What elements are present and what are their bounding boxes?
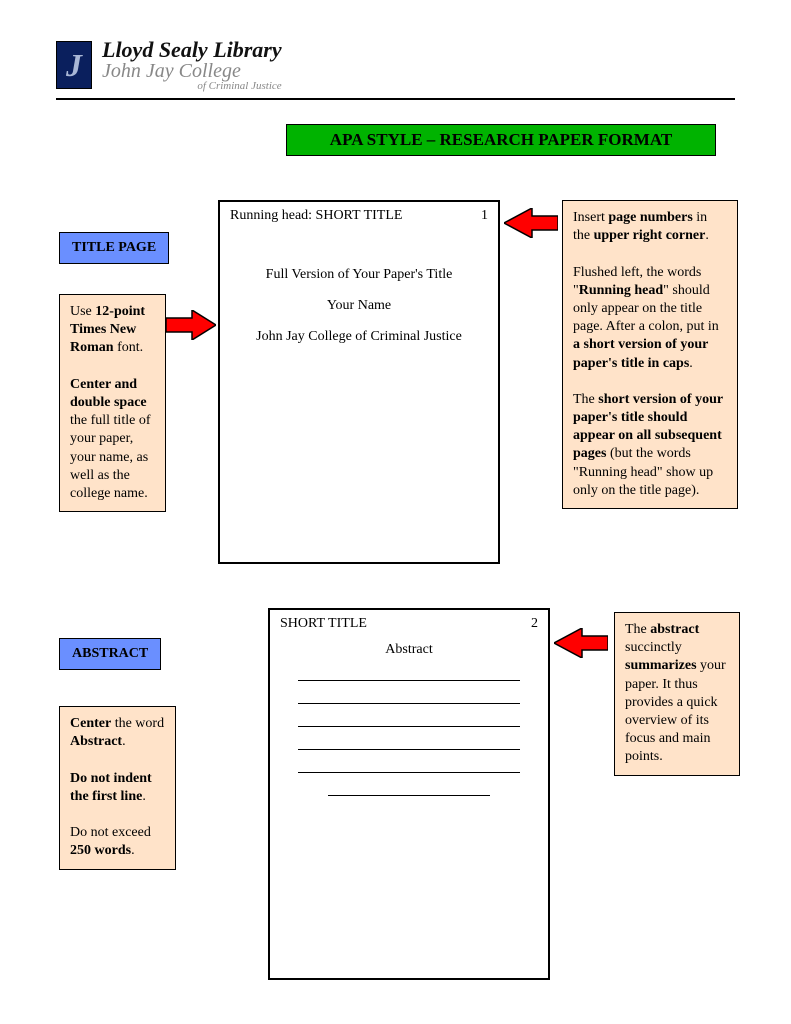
t: page numbers — [608, 210, 692, 225]
doc-title-bar: APA STYLE – RESEARCH PAPER FORMAT — [286, 124, 716, 156]
header-text-block: Lloyd Sealy Library John Jay College of … — [102, 39, 282, 92]
t: Do not exceed — [70, 825, 151, 840]
header-line-1: Lloyd Sealy Library — [102, 39, 282, 61]
t: The — [573, 392, 598, 407]
arrow-left-icon — [504, 208, 558, 238]
page2-header-row: SHORT TITLE 2 — [270, 610, 548, 632]
text-line — [298, 703, 520, 704]
page-number: 1 — [481, 208, 488, 224]
abstract-heading: Abstract — [270, 642, 548, 658]
text-line — [298, 772, 520, 773]
page-preview-title: Running head: SHORT TITLE 1 Full Version… — [218, 200, 500, 564]
t: a short version of your paper's title in… — [573, 337, 708, 370]
t: . — [122, 734, 126, 749]
running-head-text: Running head: SHORT TITLE — [230, 208, 402, 224]
t: font. — [114, 340, 144, 355]
tag-abstract: ABSTRACT — [59, 638, 161, 670]
text-line — [328, 795, 489, 796]
t: succinctly — [625, 640, 682, 655]
t: The — [625, 622, 650, 637]
t: Abstract — [70, 734, 122, 749]
library-logo-icon: J — [56, 41, 92, 89]
t: . — [705, 228, 709, 243]
t: . — [142, 789, 146, 804]
t: Center and double space — [70, 377, 147, 410]
t: . — [131, 843, 135, 858]
author-name: Your Name — [220, 291, 498, 322]
arrow-right-icon — [166, 310, 216, 340]
note-font: Use 12-point Times New Roman font. Cente… — [59, 294, 166, 512]
header-line-3: of Criminal Justice — [102, 81, 282, 92]
arrow-left-icon — [554, 628, 608, 658]
text-line — [298, 680, 520, 681]
library-header: J Lloyd Sealy Library John Jay College o… — [56, 36, 735, 100]
t: . — [689, 356, 693, 371]
text-line — [298, 749, 520, 750]
page1-body: Full Version of Your Paper's Title Your … — [220, 260, 498, 352]
college-name: John Jay College of Criminal Justice — [220, 322, 498, 353]
t: Running head — [579, 283, 663, 298]
t: summarizes — [625, 658, 697, 673]
page-number: 2 — [531, 616, 538, 632]
t: the word — [111, 716, 164, 731]
t: upper right corner — [594, 228, 706, 243]
abstract-body-lines — [270, 680, 548, 796]
t: 250 words — [70, 843, 131, 858]
tag-title-page: TITLE PAGE — [59, 232, 169, 264]
logo-letter: J — [66, 47, 82, 84]
page-preview-abstract: SHORT TITLE 2 Abstract — [268, 608, 550, 980]
full-title: Full Version of Your Paper's Title — [220, 260, 498, 291]
t: abstract — [650, 622, 699, 637]
page1-header-row: Running head: SHORT TITLE 1 — [220, 202, 498, 224]
text-line — [298, 726, 520, 727]
t: Use — [70, 304, 95, 319]
t: Do not indent the first line — [70, 771, 152, 804]
t: Center — [70, 716, 111, 731]
running-head-text: SHORT TITLE — [280, 616, 367, 632]
header-line-2: John Jay College — [102, 61, 282, 81]
t: Insert — [573, 210, 608, 225]
note-abstract-summary: The abstract succinctly summarizes your … — [614, 612, 740, 776]
note-abstract-instructions: Center the word Abstract. Do not indent … — [59, 706, 176, 870]
t: your paper. It thus provides a quick ove… — [625, 658, 726, 764]
note-page-numbers: Insert page numbers in the upper right c… — [562, 200, 738, 509]
t: the full title of your paper, your name,… — [70, 413, 150, 501]
